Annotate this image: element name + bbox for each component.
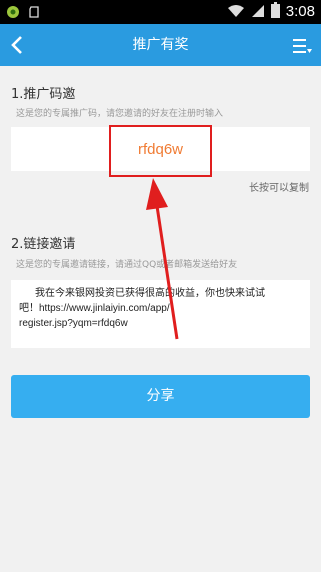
highlight-box (109, 125, 212, 177)
battery-icon (270, 2, 280, 22)
menu-button[interactable] (291, 36, 313, 56)
referral-code-heading: 1.推广码邀 (11, 87, 76, 102)
notification-icon (6, 4, 20, 23)
invite-link-heading: 2.链接邀请 (11, 237, 76, 252)
annotation-arrow (146, 178, 179, 340)
status-bar: 3:08 (0, 0, 321, 24)
signal-icon (251, 3, 265, 22)
wifi-icon (227, 3, 245, 22)
referral-code-description: 这是您的专属推广码，请您邀请的好友在注册时输入 (16, 109, 224, 119)
copy-hint: 长按可以复制 (249, 183, 309, 194)
menu-icon (293, 39, 312, 53)
page-title: 推广有奖 (132, 37, 189, 53)
status-time: 3:08 (285, 3, 315, 20)
share-button[interactable]: 分享 (11, 375, 310, 418)
title-bar: 推广有奖 (0, 24, 321, 66)
invite-link-description: 这是您的专属邀请链接，请通过QQ或者邮箱发送给好友 (16, 260, 238, 270)
clipboard-icon (28, 4, 40, 23)
